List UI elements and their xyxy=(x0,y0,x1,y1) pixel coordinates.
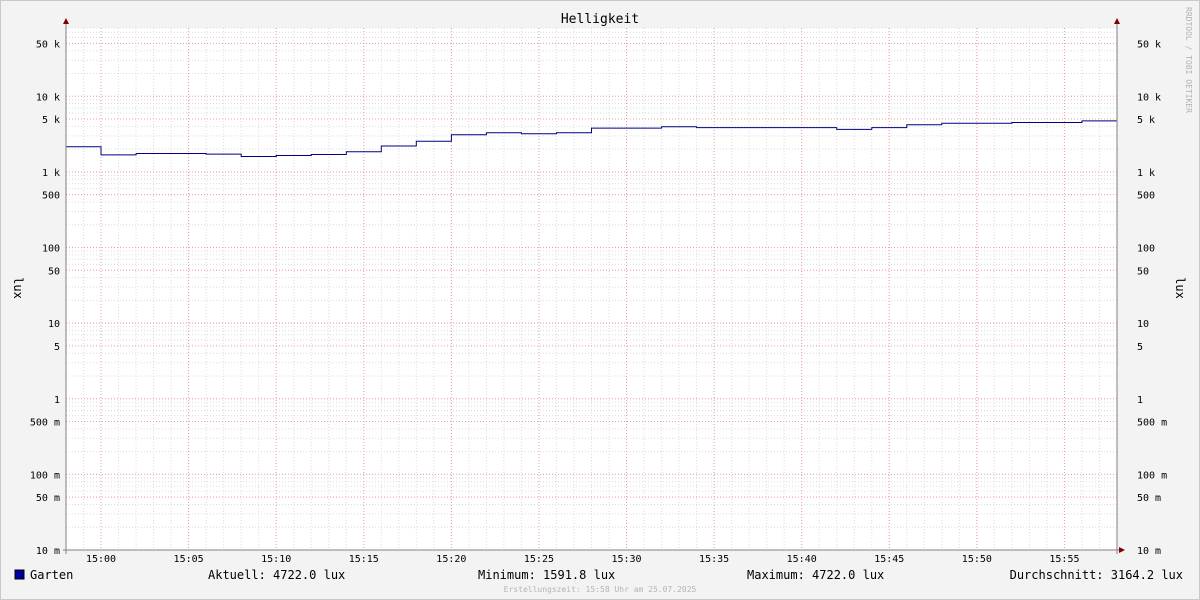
x-tick-label: 15:15 xyxy=(349,554,379,565)
x-tick-label: 15:25 xyxy=(524,554,554,565)
legend-average: Durchschnitt: 3164.2 lux xyxy=(1010,568,1183,582)
y-tick-label-right: 100 xyxy=(1137,244,1155,255)
y-tick-label-left: 1 xyxy=(54,395,60,406)
x-tick-label: 15:55 xyxy=(1049,554,1079,565)
y-tick-label-right: 1 xyxy=(1137,395,1143,406)
footer-timestamp: Erstellungszeit: 15:58 Uhr am 25.07.2025 xyxy=(504,585,697,594)
legend-swatch xyxy=(14,569,25,580)
y-axis-label-right: lux xyxy=(1173,277,1187,299)
y-tick-label-left: 100 m xyxy=(30,470,60,481)
legend-maximum: Maximum: 4722.0 lux xyxy=(747,568,884,582)
y-tick-label-left: 5 xyxy=(54,342,60,353)
y-tick-label-right: 50 k xyxy=(1137,39,1161,50)
x-tick-label: 15:00 xyxy=(86,554,116,565)
x-tick-label: 15:05 xyxy=(174,554,204,565)
chart-title: Helligkeit xyxy=(561,12,639,27)
x-tick-label: 15:35 xyxy=(699,554,729,565)
y-axis-label-left: lux xyxy=(11,277,25,299)
y-tick-label-left: 500 m xyxy=(30,418,60,429)
y-tick-label-left: 50 k xyxy=(36,39,60,50)
x-tick-label: 15:45 xyxy=(874,554,904,565)
y-tick-label-left: 10 k xyxy=(36,92,60,103)
watermark: RRDTOOL / TOBI OETIKER xyxy=(1184,7,1193,113)
y-tick-label-left: 100 xyxy=(42,244,60,255)
y-tick-label-right: 10 xyxy=(1137,319,1149,330)
x-tick-label: 15:20 xyxy=(436,554,466,565)
y-tick-label-right: 10 k xyxy=(1137,92,1161,103)
y-tick-label-left: 5 k xyxy=(42,115,60,126)
y-tick-label-left: 1 k xyxy=(42,168,60,179)
y-tick-label-right: 5 k xyxy=(1137,115,1155,126)
legend-minimum: Minimum: 1591.8 lux xyxy=(478,568,615,582)
x-tick-label: 15:40 xyxy=(787,554,817,565)
x-tick-label: 15:30 xyxy=(611,554,641,565)
chart-canvas: 10 m 10 m 50 m 50 m 100 m 100 m 500 m 500 m 1 1 5 5… xyxy=(0,0,1200,600)
y-tick-label-right: 50 m xyxy=(1137,493,1161,504)
y-tick-label-right: 50 xyxy=(1137,266,1149,277)
x-tick-label: 15:50 xyxy=(962,554,992,565)
y-tick-label-left: 50 xyxy=(48,266,60,277)
x-tick-label: 15:10 xyxy=(261,554,291,565)
y-tick-label-left: 10 m xyxy=(36,546,60,557)
y-tick-label-right: 1 k xyxy=(1137,168,1155,179)
y-tick-label-left: 10 xyxy=(48,319,60,330)
y-tick-label-right: 500 m xyxy=(1137,418,1167,429)
y-tick-label-left: 50 m xyxy=(36,493,60,504)
y-tick-label-right: 5 xyxy=(1137,342,1143,353)
legend-series-name: Garten xyxy=(30,568,73,582)
y-tick-label-right: 500 xyxy=(1137,191,1155,202)
y-tick-label-right: 10 m xyxy=(1137,546,1161,557)
legend-current: Aktuell: 4722.0 lux xyxy=(208,568,345,582)
y-tick-label-right: 100 m xyxy=(1137,470,1167,481)
y-tick-label-left: 500 xyxy=(42,191,60,202)
